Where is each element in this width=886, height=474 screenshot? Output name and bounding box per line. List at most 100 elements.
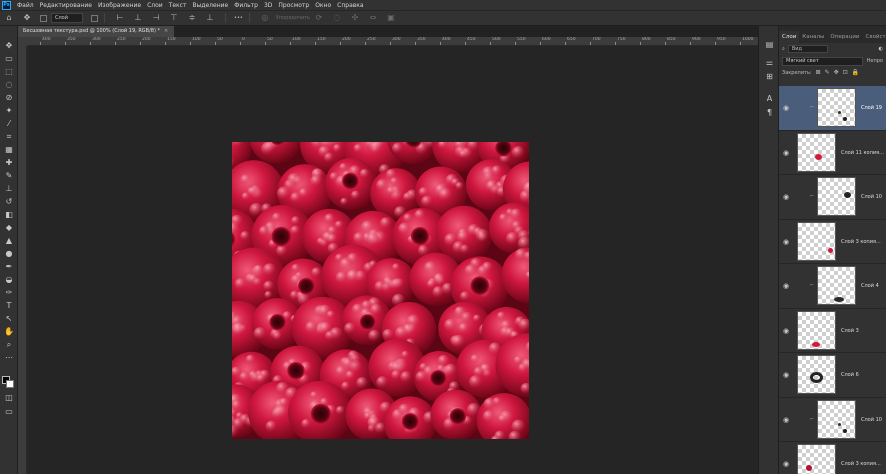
layer-thumbnail[interactable]	[797, 444, 836, 474]
extra-tools-icon[interactable]: ⋯	[3, 352, 15, 363]
lasso-tool-icon[interactable]: ◌	[3, 79, 15, 90]
visibility-eye-icon[interactable]: ◉	[783, 193, 789, 201]
panel-tab[interactable]: Слои	[779, 31, 800, 43]
auto-select-dropdown[interactable]: Слой	[51, 13, 83, 23]
brush-tool-icon[interactable]: ✎	[3, 170, 15, 181]
hand-tool-icon[interactable]: ✋	[3, 326, 15, 337]
visibility-eye-icon[interactable]: ◉	[783, 149, 789, 157]
visibility-eye-icon[interactable]: ◉	[783, 416, 789, 424]
transform-controls-checkbox[interactable]	[91, 14, 98, 22]
menu-item[interactable]: 3D	[261, 2, 275, 9]
menu-item[interactable]: Редактирование	[37, 2, 95, 9]
type-tool-icon[interactable]: T	[3, 300, 15, 311]
lock-transparency-icon[interactable]: ⊠	[816, 69, 821, 76]
lock-all-icon[interactable]: 🔒	[852, 69, 859, 76]
layer-name[interactable]: Слой 6	[841, 372, 859, 378]
lock-pixels-icon[interactable]: ✎	[825, 69, 830, 76]
layer-name[interactable]: Слой 10	[861, 194, 882, 200]
sponge-tool-icon[interactable]: ◒	[3, 274, 15, 285]
visibility-eye-icon[interactable]: ◉	[783, 282, 789, 290]
swatches-panel-icon[interactable]: ⊞	[764, 72, 775, 82]
layer-row[interactable]: ◉ ⌐ Слой 10	[779, 397, 886, 442]
menu-item[interactable]: Справка	[334, 2, 366, 9]
quick-mask-icon[interactable]: ◫	[3, 392, 15, 403]
auto-select-checkbox[interactable]	[40, 14, 47, 22]
paint-bucket-icon[interactable]: ◆	[3, 222, 15, 233]
visibility-eye-icon[interactable]: ◉	[783, 371, 789, 379]
patch-tool-icon[interactable]: ▦	[3, 144, 15, 155]
align-left-icon[interactable]: ⊢	[115, 13, 125, 23]
eraser-tool-icon[interactable]: ◧	[3, 209, 15, 220]
align-middle-icon[interactable]: ≑	[187, 13, 197, 23]
magic-wand-icon[interactable]: ✦	[3, 105, 15, 116]
layer-name[interactable]: Слой 19	[861, 105, 882, 111]
align-bottom-icon[interactable]: ⊥	[205, 13, 215, 23]
panel-tab[interactable]: Каналы	[799, 31, 827, 43]
quick-select-icon[interactable]: ⊘	[3, 92, 15, 103]
menu-item[interactable]: Окно	[312, 2, 334, 9]
panel-tab[interactable]: Операции	[827, 31, 862, 43]
background-color-swatch[interactable]	[6, 380, 14, 388]
history-brush-icon[interactable]: ↺	[3, 196, 15, 207]
layer-row[interactable]: ◉ Слой 3 копия...	[779, 442, 886, 474]
menu-item[interactable]: Текст	[166, 2, 190, 9]
dodge-tool-icon[interactable]: ●	[3, 248, 15, 259]
align-right-icon[interactable]: ⊣	[151, 13, 161, 23]
more-options-button[interactable]: •••	[234, 15, 243, 21]
filter-toggle-icon[interactable]: ◐	[879, 46, 883, 52]
blur-tool-icon[interactable]: ▲	[3, 235, 15, 246]
layer-filter-dropdown[interactable]: Вид	[787, 45, 828, 53]
layer-thumbnail[interactable]	[797, 310, 836, 350]
marquee-tool-icon[interactable]: ⬚	[3, 66, 15, 77]
layer-row[interactable]: ◉ ⌐ Слой 19	[779, 86, 886, 131]
screen-mode-icon[interactable]: ▭	[3, 406, 15, 417]
layer-thumbnail[interactable]	[817, 399, 856, 439]
visibility-eye-icon[interactable]: ◉	[783, 460, 789, 468]
layer-thumbnail[interactable]	[817, 177, 856, 216]
layer-row[interactable]: ◉ ⌐ Слой 4	[779, 264, 886, 309]
adjustments-panel-icon[interactable]: ⚌	[764, 58, 775, 68]
layer-thumbnail[interactable]	[817, 88, 856, 127]
visibility-eye-icon[interactable]: ◉	[783, 104, 789, 112]
document-tab[interactable]: Бесшовная текстура.psd @ 100% (Слой 19, …	[18, 26, 175, 37]
history-panel-icon[interactable]: ▤	[764, 40, 775, 50]
menu-item[interactable]: Фильтр	[231, 2, 261, 9]
zoom-tool-icon[interactable]: ⌕	[3, 339, 15, 350]
layer-row[interactable]: ◉ ⌐ Слой 10	[779, 175, 886, 220]
layer-name[interactable]: Слой 11 копия...	[841, 150, 884, 156]
align-center-icon[interactable]: ⊥	[133, 13, 143, 23]
menu-item[interactable]: Слои	[144, 2, 166, 9]
layer-name[interactable]: Слой 3	[841, 328, 859, 334]
lock-artboard-icon[interactable]: ⊡	[843, 69, 848, 76]
menu-item[interactable]: Выделение	[189, 2, 231, 9]
move-tool-icon[interactable]: ✥	[3, 40, 15, 51]
clone-stamp-icon[interactable]: ⊥	[3, 183, 15, 194]
blend-mode-dropdown[interactable]: Мягкий свет	[782, 56, 863, 66]
home-icon[interactable]: ⌂	[4, 13, 14, 23]
move-tool-icon[interactable]: ✥	[22, 13, 32, 23]
layer-row[interactable]: ◉ Слой 6	[779, 353, 886, 398]
menu-item[interactable]: Изображение	[95, 2, 144, 9]
character-panel-icon[interactable]: A	[764, 94, 775, 104]
freeform-pen-icon[interactable]: ✑	[3, 287, 15, 298]
visibility-eye-icon[interactable]: ◉	[783, 238, 789, 246]
artboard-tool-icon[interactable]: ▭	[3, 53, 15, 64]
vertical-ruler[interactable]	[18, 46, 27, 474]
path-select-icon[interactable]: ↖	[3, 313, 15, 324]
layer-row[interactable]: ◉ Слой 3 копия...	[779, 219, 886, 264]
visibility-eye-icon[interactable]: ◉	[783, 327, 789, 335]
panel-tab[interactable]: Свойства	[862, 31, 886, 43]
layer-name[interactable]: Слой 4	[861, 283, 879, 289]
layer-thumbnail[interactable]	[817, 266, 856, 305]
ruler-origin[interactable]	[18, 37, 28, 46]
layer-thumbnail[interactable]	[797, 355, 836, 394]
align-top-icon[interactable]: ⊤	[169, 13, 179, 23]
layer-name[interactable]: Слой 3 копия...	[841, 239, 881, 245]
menu-item[interactable]: Просмотр	[275, 2, 312, 9]
horizontal-ruler[interactable]: 400 350 300 250 200 150 100 50 0 50 100 150 200 250 30…	[28, 37, 758, 46]
menu-item[interactable]: Файл	[14, 2, 37, 9]
layer-name[interactable]: Слой 10	[861, 417, 882, 423]
layer-row[interactable]: ◉ Слой 11 копия...	[779, 130, 886, 175]
raspberry-image[interactable]	[232, 142, 529, 439]
layer-row[interactable]: ◉ Слой 3	[779, 308, 886, 353]
